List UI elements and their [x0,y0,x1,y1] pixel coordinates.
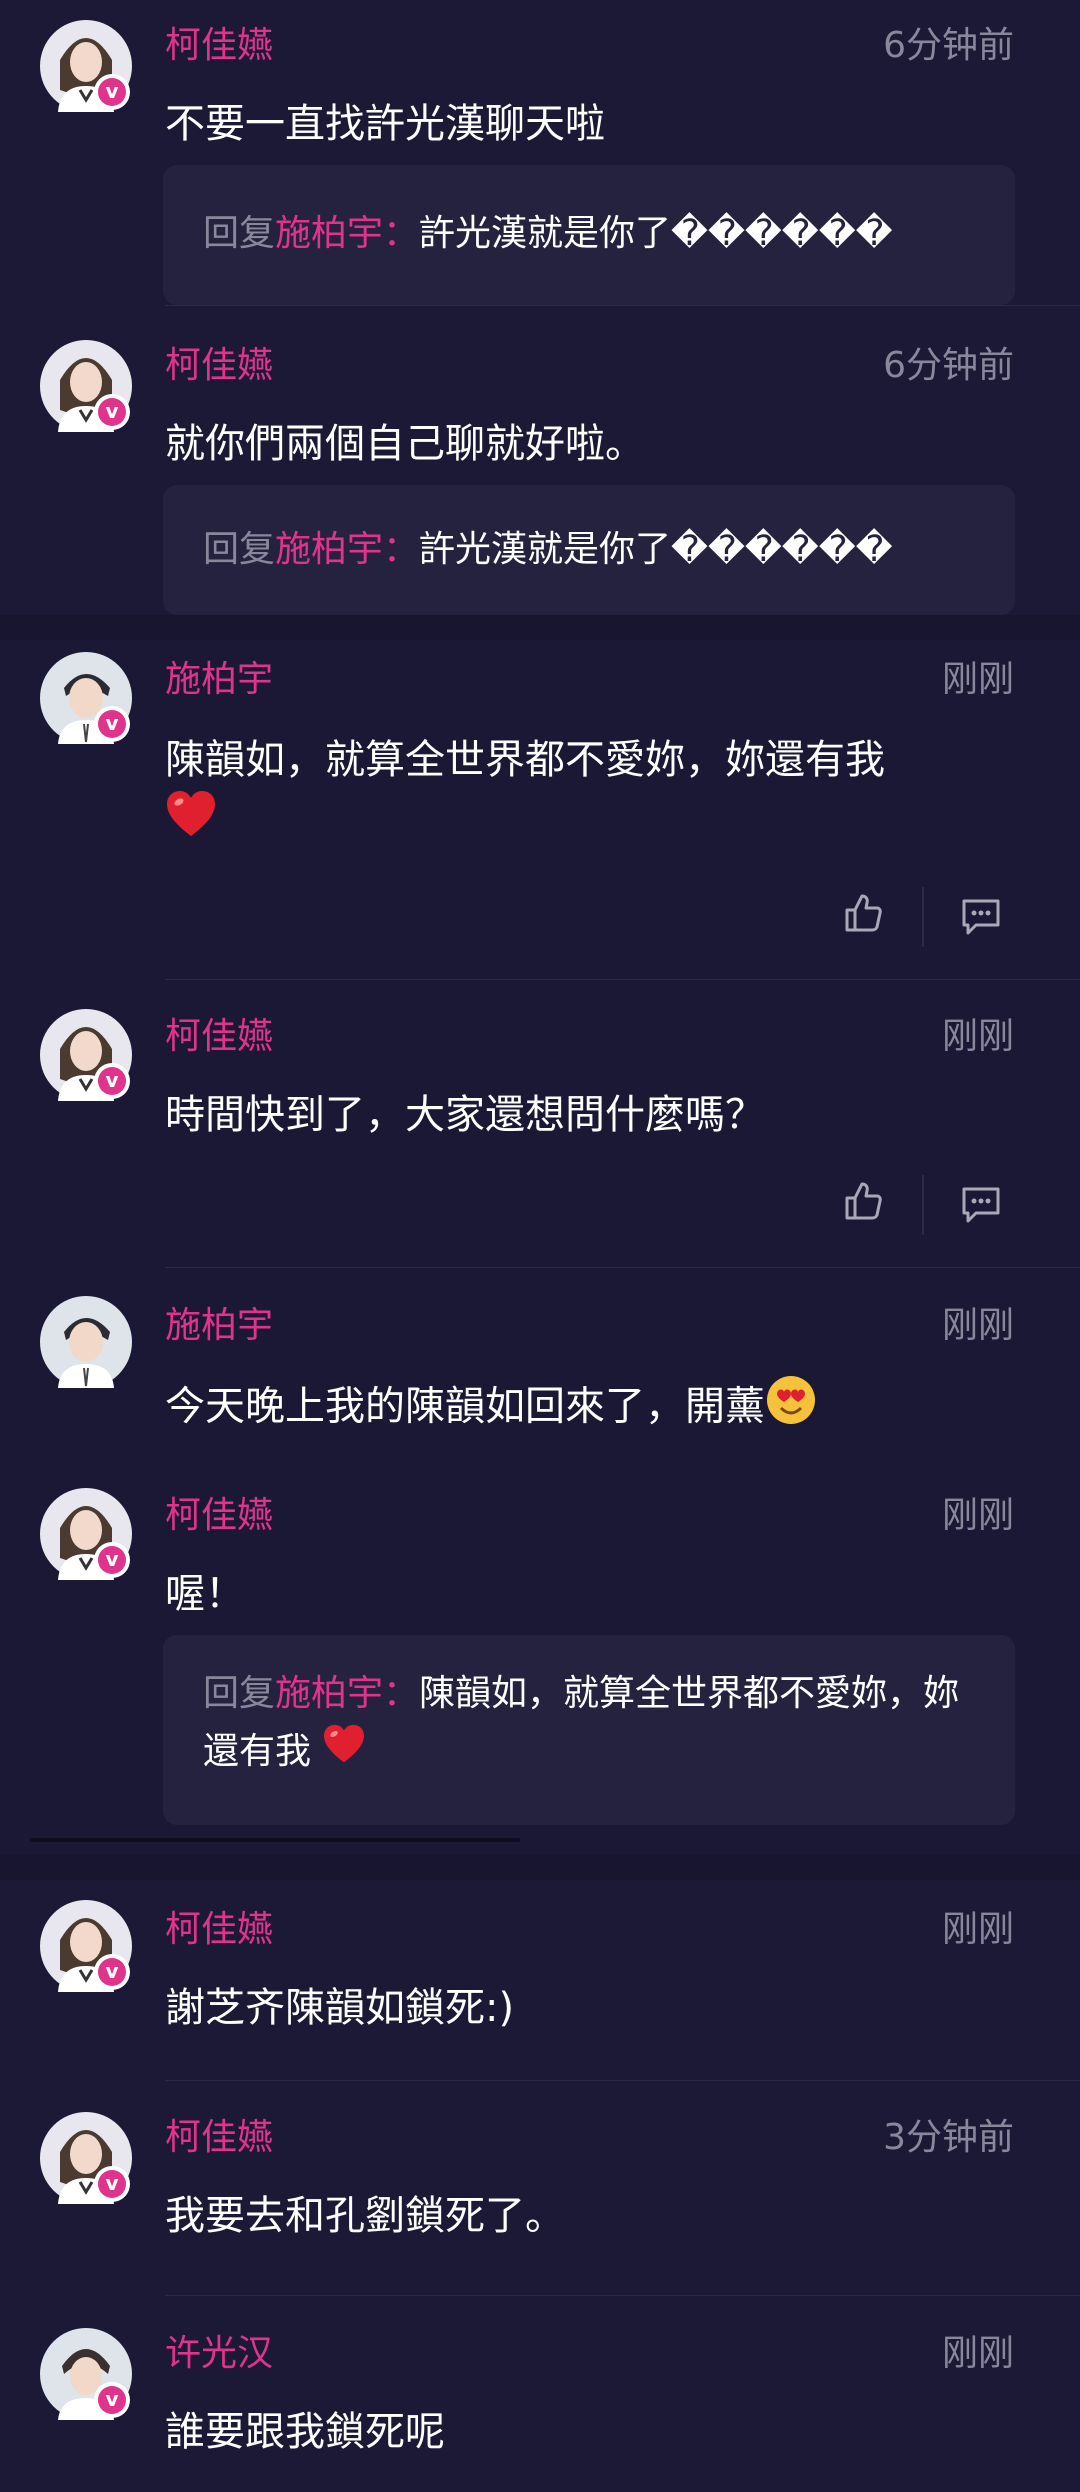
divider [922,1175,924,1235]
divider [165,305,1080,306]
comment-text: 誰要跟我鎖死呢 [165,2409,445,2455]
timestamp: 6分钟前 [883,25,1014,66]
username[interactable]: 许光汉 [165,2332,273,2376]
avatar[interactable]: v [40,1900,132,1992]
verified-badge-icon: v [94,2382,130,2418]
username[interactable]: 柯佳嬿 [165,344,273,388]
heart-emoji-icon [322,1724,366,1782]
reply-quote[interactable]: 回复施柏宇：陳韻如，就算全世界都不愛妳，妳還有我 [163,1635,1015,1825]
timestamp: 刚刚 [941,1305,1014,1346]
timestamp: 刚刚 [941,659,1014,700]
reply-text: 許光漢就是你了������ [419,529,893,570]
like-icon[interactable] [844,1181,882,1225]
divider [165,979,1080,980]
reply-username[interactable]: 施柏宇： [275,213,419,254]
comment-text: 時間快到了，大家還想問什麼嗎？ [165,1092,765,1138]
timestamp: 6分钟前 [883,345,1014,386]
username[interactable]: 柯佳嬿 [165,1908,273,1952]
timestamp: 刚刚 [941,1495,1014,1536]
heart-emoji-icon [165,790,217,855]
timestamp: 刚刚 [941,1016,1014,1057]
comment-actions [844,887,1014,947]
verified-badge-icon: v [94,74,130,110]
divider [922,887,924,947]
comment-text: 陳韻如，就算全世界都不愛妳，妳還有我 [165,730,1025,855]
timestamp: 刚刚 [941,1909,1014,1950]
comment-text: 謝芝齐陳韻如鎖死:) [165,1985,515,2031]
verified-badge-icon: v [94,1063,130,1099]
comment-text: 今天晚上我的陳韻如回來了，開薰 [165,1374,1025,1443]
reply-quote[interactable]: 回复施柏宇：許光漢就是你了������ [163,485,1015,615]
verified-badge-icon: v [94,706,130,742]
username[interactable]: 柯佳嬿 [165,1015,273,1059]
comment-text-content: 陳韻如，就算全世界都不愛妳，妳還有我 [165,737,885,783]
divider [165,2295,1080,2296]
divider [165,1267,1080,1268]
avatar[interactable]: v [40,20,132,112]
comment-actions [844,1175,1014,1235]
username[interactable]: 施柏宇 [165,658,273,702]
timestamp: 3分钟前 [883,2117,1014,2158]
comment-text-content: 今天晚上我的陳韻如回來了，開薰 [165,1383,765,1430]
verified-badge-icon: v [94,394,130,430]
comment-text: 不要一直找許光漢聊天啦 [165,101,605,147]
heart-eyes-emoji-icon [765,1374,817,1443]
like-icon[interactable] [844,893,882,937]
comment-icon[interactable] [960,897,1002,941]
comment-text: 喔！ [165,1571,245,1617]
username[interactable]: 柯佳嬿 [165,1494,273,1538]
reply-prefix: 回复 [203,1673,276,1714]
username[interactable]: 施柏宇 [165,1304,273,1348]
username[interactable]: 柯佳嬿 [165,2116,273,2160]
reply-text: 許光漢就是你了������ [419,213,893,254]
comment-text: 我要去和孔劉鎖死了。 [165,2193,565,2239]
verified-badge-icon: v [94,1954,130,1990]
avatar[interactable]: v [40,652,132,744]
reply-quote[interactable]: 回复施柏宇：許光漢就是你了������ [163,165,1015,305]
verified-badge-icon: v [94,1542,130,1578]
verified-badge-icon: v [94,2166,130,2202]
reply-prefix: 回复 [203,213,276,254]
username[interactable]: 柯佳嬿 [165,24,273,68]
reply-username[interactable]: 施柏宇： [275,1673,419,1714]
reply-username[interactable]: 施柏宇： [275,529,419,570]
avatar[interactable]: v [40,1009,132,1101]
avatar[interactable]: v [40,2328,132,2420]
avatar[interactable]: v [40,340,132,432]
divider [165,2080,1080,2081]
divider [165,1452,1080,1453]
reply-prefix: 回复 [203,529,276,570]
avatar[interactable]: v [40,2112,132,2204]
comment-text: 就你們兩個自己聊就好啦。 [165,421,645,467]
divider [30,1838,520,1842]
comment-icon[interactable] [960,1185,1002,1229]
avatar[interactable] [40,1296,132,1388]
avatar[interactable]: v [40,1488,132,1580]
timestamp: 刚刚 [941,2333,1014,2374]
